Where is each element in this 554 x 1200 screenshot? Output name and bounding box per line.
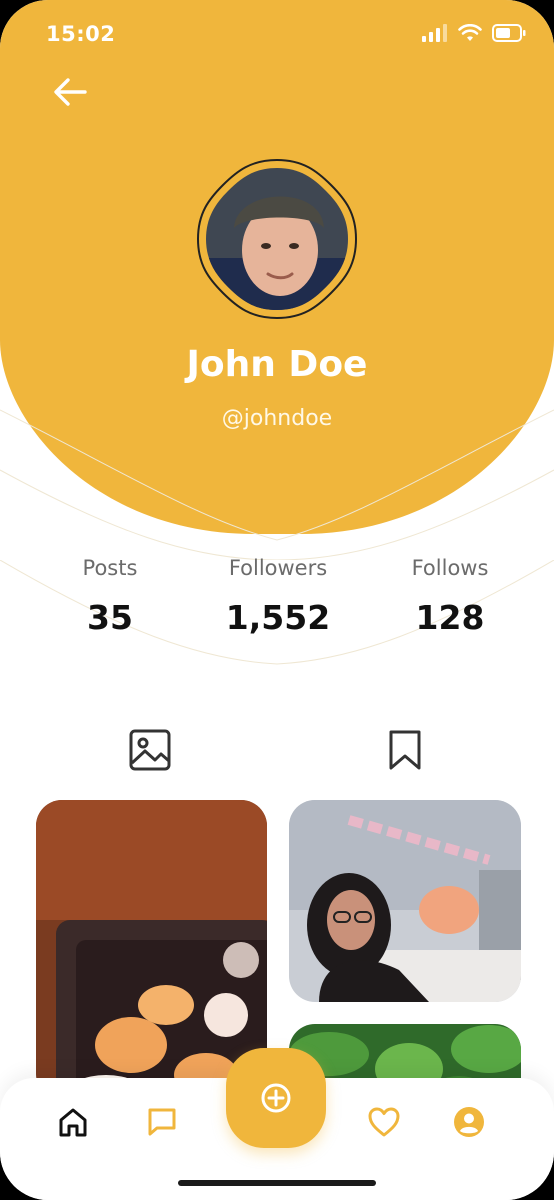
stat-label: Posts [82, 556, 138, 580]
stat-label: Follows [411, 556, 489, 580]
home-icon [59, 1108, 87, 1137]
heart-icon [368, 1107, 400, 1137]
wifi-icon [458, 24, 482, 41]
add-circle-icon [261, 1083, 291, 1113]
stat-follows[interactable]: Follows 128 [370, 556, 530, 637]
arrow-left-icon [54, 78, 87, 106]
avatar-image [196, 158, 358, 320]
nav-likes[interactable] [362, 1100, 406, 1144]
nav-profile[interactable] [447, 1100, 491, 1144]
stat-value: 35 [87, 598, 133, 637]
bookmark-icon [389, 730, 421, 770]
avatar[interactable] [196, 158, 358, 320]
stat-posts[interactable]: Posts 35 [30, 556, 190, 637]
stat-label: Followers [228, 556, 328, 580]
home-indicator [178, 1180, 376, 1186]
status-bar: 15:02 [0, 0, 554, 70]
photo-food[interactable] [36, 800, 267, 1100]
photo-girl[interactable] [289, 800, 521, 1002]
signal-icon [422, 24, 447, 42]
stat-followers[interactable]: Followers 1,552 [198, 556, 358, 637]
image-icon [129, 729, 171, 771]
profile-name: John Doe [186, 344, 368, 385]
profile-screen: 15:02 John Doe @johndoe Posts 35 Followe… [0, 0, 554, 1200]
battery-icon [492, 24, 526, 42]
add-post-button[interactable] [226, 1048, 326, 1148]
photo-girl-image [289, 800, 521, 1002]
stat-value: 128 [415, 598, 485, 637]
tab-saved[interactable] [383, 728, 427, 772]
back-button[interactable] [50, 72, 90, 112]
photo-food-image [36, 800, 267, 1100]
tab-photos[interactable] [128, 728, 172, 772]
user-icon [454, 1107, 484, 1137]
profile-handle: @johndoe [221, 406, 333, 431]
status-icons [422, 24, 526, 42]
nav-home[interactable] [51, 1100, 95, 1144]
status-time: 15:02 [46, 22, 116, 46]
nav-messages[interactable] [140, 1100, 184, 1144]
chat-icon [148, 1108, 176, 1136]
stat-value: 1,552 [225, 598, 331, 637]
